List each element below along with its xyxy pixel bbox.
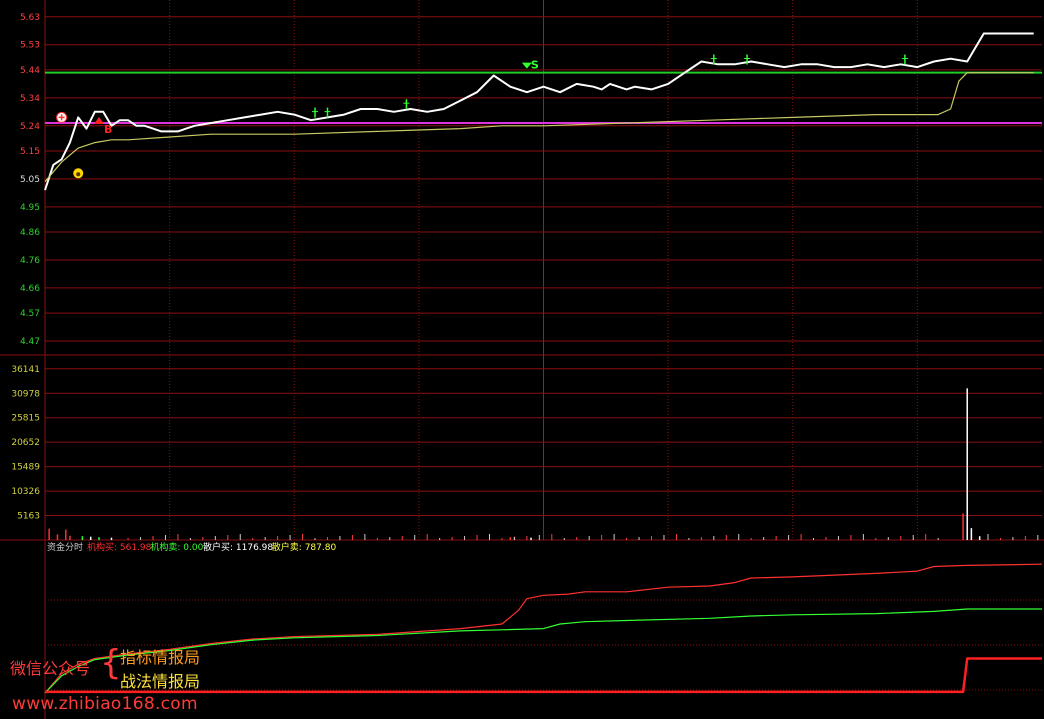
price-tick-label: 4.95 (20, 203, 40, 213)
volume-tick-label: 10326 (11, 487, 40, 497)
price-tick-label: 5.53 (20, 41, 40, 51)
sell-label: S (531, 59, 539, 72)
legend-item: 机构买: 561.98 (87, 541, 152, 553)
price-tick-label: 5.15 (20, 147, 40, 157)
volume-tick-label: 5163 (17, 512, 40, 522)
price-tick-label: 5.63 (20, 13, 40, 23)
grid: 5.63 5.53 5.44 5.34 5.24 5.15 5.05 4.95 4.86 4.76… (0, 0, 1044, 719)
price-tick-label: 5.34 (20, 94, 40, 104)
legend-title: 资金分时 (47, 541, 83, 553)
volume-tick-label: 20652 (11, 438, 40, 448)
price-tick-label: 5.44 (20, 66, 40, 76)
volume-tick-label: 15489 (11, 463, 40, 473)
price-tick-label: 4.76 (20, 256, 40, 266)
watermark-url: www.zhibiao168.com (12, 694, 198, 714)
price-tick-label: 4.86 (20, 228, 40, 238)
watermark-right-bottom: 战法情报局 (120, 672, 201, 691)
price-line (44, 32, 1034, 191)
buy-arrow-marker (94, 116, 105, 124)
price-tick-label: 4.57 (20, 309, 40, 319)
watermark-left-text: 微信公众号 (10, 659, 91, 678)
price-tick-label: 4.47 (20, 337, 40, 347)
legend-item: 机构卖: 0.00 (150, 541, 203, 553)
legend-item: 散户买: 1176.98 (203, 541, 273, 553)
volume-tick-label: 30978 (11, 389, 40, 399)
legend-item: 散户卖: 787.80 (272, 541, 337, 553)
chart-canvas: 5.63 5.53 5.44 5.34 5.24 5.15 5.05 4.95 4.86 4.76… (0, 0, 1044, 719)
capital-legend: 资金分时 机构买: 561.98 机构卖: 0.00 散户买: 1176.98散户卖:… (47, 541, 336, 553)
volume-tick-label: 36141 (11, 365, 40, 375)
price-tick-label: 4.66 (20, 284, 40, 294)
watermark-brace: { (100, 643, 122, 683)
buy-label: B (104, 123, 112, 136)
price-tick-label: 5.24 (20, 122, 40, 132)
price-tick-label: 5.05 (20, 175, 40, 185)
volume-tick-label: 25815 (11, 414, 40, 424)
watermark-right-top: 指标情报局 (120, 648, 201, 667)
face-marker (76, 172, 81, 177)
